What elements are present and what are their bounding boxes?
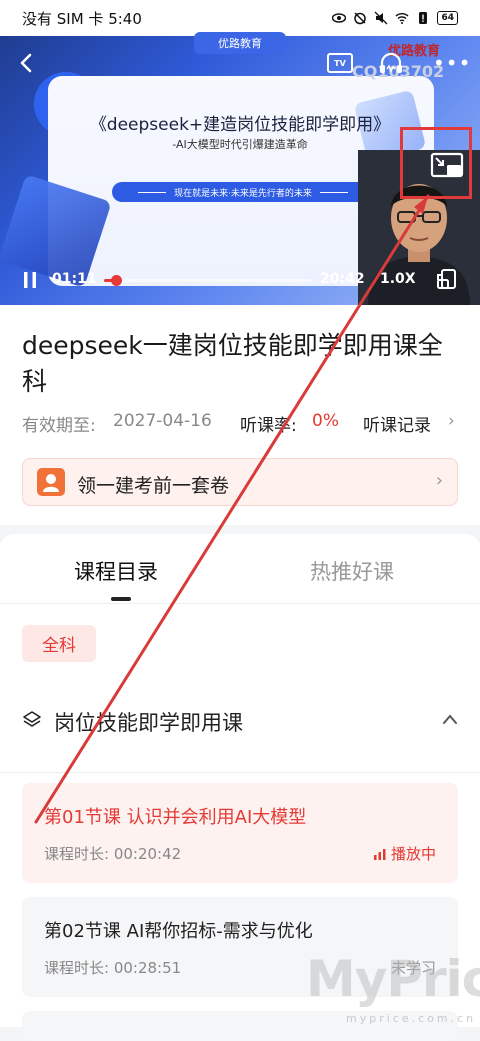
chevron-up-icon[interactable] — [441, 712, 459, 726]
slide-logo: 优路教育 — [194, 32, 286, 54]
tab-active-indicator — [111, 597, 131, 601]
pause-icon[interactable] — [22, 271, 38, 289]
lesson-item[interactable]: 第01节课 认识并会利用AI大模型 课程时长: 00:20:42 播放中 — [22, 783, 458, 883]
status-bar: 没有 SIM 卡 5:40 64 — [0, 0, 480, 36]
promo-label: 领一建考前一套卷 — [77, 475, 230, 497]
course-title: deepseek一建岗位技能即学即用课全科 — [22, 331, 443, 396]
back-arrow-icon[interactable] — [16, 52, 38, 74]
layers-icon — [23, 711, 41, 727]
validity-date: 2027-04-16 — [113, 411, 212, 431]
current-time: 01:11 — [52, 271, 97, 287]
rotate-screen-icon[interactable] — [436, 268, 458, 290]
site-watermark: MyPrice — [306, 950, 480, 1008]
chevron-right-icon: › — [448, 411, 455, 431]
picture-in-picture-icon[interactable] — [430, 152, 464, 182]
slide-pill: 现在就是未来·未来是先行者的未来 — [112, 182, 374, 202]
wifi-icon — [396, 13, 409, 24]
mute-icon — [375, 11, 388, 25]
lesson-status-text: 播放中 — [390, 845, 436, 863]
course-meta-row: 有效期至: 2027-04-16 听课率: 0% 听课记录 › — [22, 411, 462, 436]
more-dots-icon[interactable]: ••• — [433, 53, 471, 73]
lesson-duration: 课程时长: 00:20:42 — [44, 845, 182, 863]
progress-knob[interactable] — [110, 275, 122, 286]
tab-course-catalog[interactable]: 课程目录 — [74, 556, 158, 586]
speed-button[interactable]: 1.0X — [380, 271, 416, 287]
lesson-duration: 课程时长: 00:28:51 — [44, 959, 182, 977]
divider — [0, 772, 480, 773]
eye-icon — [332, 13, 347, 23]
site-watermark-url: myprice.com.cn — [346, 1012, 477, 1025]
tab-recommended[interactable]: 热推好课 — [310, 556, 394, 586]
divider — [0, 603, 480, 604]
lesson-title: 第02节课 AI帮你招标-需求与优化 — [44, 921, 313, 942]
battery-icon: 64 — [437, 11, 458, 25]
lesson-status: 播放中 — [373, 843, 436, 864]
rate-label: 听课率: — [240, 416, 297, 436]
status-carrier-time: 没有 SIM 卡 5:40 — [22, 9, 142, 28]
sim-alert-icon — [419, 12, 428, 24]
record-link[interactable]: 听课记录 — [363, 411, 431, 436]
headphones-icon[interactable] — [378, 50, 404, 76]
paper-icon — [37, 468, 65, 496]
lesson-title: 第01节课 认识并会利用AI大模型 — [44, 807, 307, 828]
chevron-right-icon: › — [435, 470, 443, 491]
rate-value: 0% — [312, 411, 339, 431]
progress-bar[interactable] — [104, 275, 312, 286]
exam-paper-promo[interactable]: 领一建考前一套卷 › — [22, 458, 458, 506]
filter-chip-all[interactable]: 全科 — [22, 625, 96, 662]
validity-label: 有效期至: — [22, 416, 96, 436]
playing-bars-icon — [373, 849, 386, 860]
alarm-off-icon — [354, 12, 367, 25]
total-time: 20:42 — [320, 271, 365, 287]
status-icons: 64 — [332, 11, 458, 25]
chapter-title: 岗位技能即学即用课 — [54, 711, 243, 735]
tv-cast-icon[interactable]: TV — [327, 53, 353, 73]
